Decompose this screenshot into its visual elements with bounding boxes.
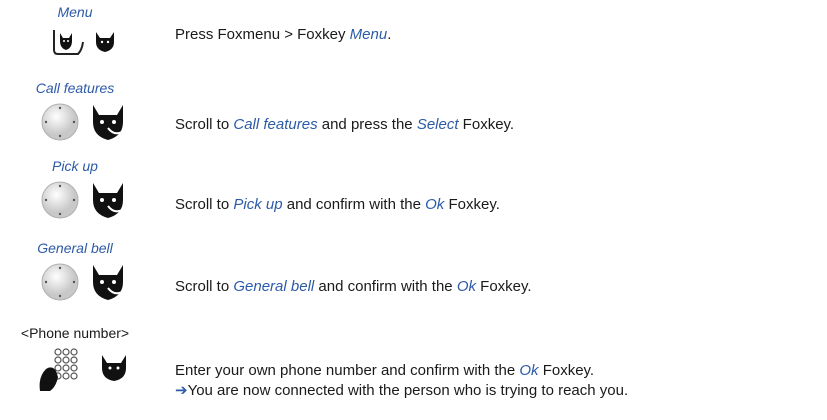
step-caption: General bell [37,240,113,256]
step-instruction: Enter your own phone number and confirm … [175,362,595,379]
result-arrow-icon: ➔ [175,382,188,399]
foxkey-icon [93,183,123,218]
navigator-icon [41,103,79,141]
keypad-icon [39,348,78,391]
step-description: Scroll to Call features and press the Se… [175,116,515,133]
step-icons [0,24,150,64]
navigator-icon [41,181,79,219]
navigator-icon [41,263,79,301]
step-description: Enter your own phone number and confirm … [175,361,628,401]
step-caption: Menu [57,4,93,20]
step-description: Press Foxmenu > Foxkey Menu. [175,26,392,43]
foxmenu-key-icon [53,30,84,55]
step-result: ➔You are now connected with the person w… [175,382,629,399]
foxkey-icon [102,355,126,381]
foxkey-icon [93,105,123,140]
step-icons [0,102,150,142]
step-description: Scroll to General bell and confirm with … [175,278,532,295]
foxkey-icon [93,265,123,300]
step-icons [0,180,150,220]
foxkey-icon [96,32,114,52]
step-caption: <Phone number> [20,325,130,341]
step-caption: Call features [35,80,115,96]
step-caption: Pick up [52,158,98,174]
step-description: Scroll to Pick up and confirm with the O… [175,196,500,213]
step-icons [0,262,150,302]
step-icons [0,347,150,391]
